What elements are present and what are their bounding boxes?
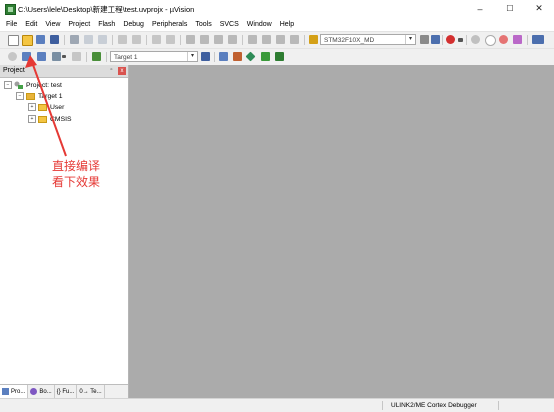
device-select[interactable]: STM32F10X_MD ▾: [320, 34, 416, 45]
comment-icon[interactable]: [276, 35, 285, 44]
translate-icon[interactable]: [8, 52, 17, 61]
bookmark-icon[interactable]: [186, 35, 195, 44]
prev-bookmark-icon[interactable]: [200, 35, 209, 44]
new-file-icon[interactable]: [8, 35, 19, 46]
next-bookmark-icon[interactable]: [214, 35, 223, 44]
open-file-icon[interactable]: [22, 35, 33, 46]
unindent-icon[interactable]: [262, 35, 271, 44]
target-select[interactable]: Target 1 ▾: [110, 51, 198, 62]
chevron-down-icon: ▾: [187, 52, 197, 61]
undo-icon[interactable]: [118, 35, 127, 44]
debug-session-icon[interactable]: [446, 35, 455, 44]
minimize-button[interactable]: –: [467, 2, 493, 15]
annotation-line-1: 直接编译: [52, 159, 101, 173]
window-layout-icon[interactable]: [532, 35, 544, 44]
chevron-down-icon[interactable]: [458, 38, 463, 42]
find-in-files-icon[interactable]: [420, 35, 429, 44]
configure-icon[interactable]: [431, 35, 440, 44]
status-divider: [382, 401, 383, 410]
navigate-forward-icon[interactable]: [166, 35, 175, 44]
pin-icon[interactable]: ▫: [108, 67, 115, 74]
close-window-button[interactable]: ✕: [526, 2, 552, 15]
status-bar: ULINK2/ME Cortex Debugger: [0, 398, 554, 412]
tab-books[interactable]: Bo...: [28, 385, 55, 398]
kill-breakpoints-icon[interactable]: [499, 35, 508, 44]
window-title: C:\Users\lele\Desktop\新建工程\test.uvprojx …: [18, 5, 195, 14]
debugger-status: ULINK2/ME Cortex Debugger: [391, 402, 477, 409]
file-toolbar: STM32F10X_MD ▾: [0, 31, 554, 48]
uncomment-icon[interactable]: [290, 35, 299, 44]
paste-icon[interactable]: [98, 35, 107, 44]
maximize-button[interactable]: ☐: [497, 2, 523, 15]
title-bar: C:\Users\lele\Desktop\新建工程\test.uvprojx …: [0, 0, 554, 17]
menu-project[interactable]: Project: [64, 21, 94, 28]
menu-edit[interactable]: Edit: [21, 21, 41, 28]
menu-file[interactable]: File: [2, 21, 21, 28]
uvision-app-icon: [5, 4, 16, 15]
redo-icon[interactable]: [132, 35, 141, 44]
disable-all-breakpoints-icon[interactable]: [513, 35, 522, 44]
chevron-down-icon: ▾: [405, 35, 415, 44]
download-icon[interactable]: [92, 52, 101, 61]
menu-view[interactable]: View: [41, 21, 64, 28]
options-for-target-icon[interactable]: [201, 52, 210, 61]
copy-icon[interactable]: [84, 35, 93, 44]
device-select-value: STM32F10X_MD: [324, 37, 375, 44]
menu-debug[interactable]: Debug: [119, 21, 148, 28]
cut-icon[interactable]: [70, 35, 79, 44]
tab-project[interactable]: Pro...: [0, 385, 29, 398]
annotation-text: 直接编译 看下效果: [52, 158, 100, 190]
project-pane-tabs: Pro... Bo... {} Fu... 0→ Te...: [0, 384, 128, 399]
select-packs-icon[interactable]: [261, 52, 270, 61]
collapse-icon[interactable]: −: [4, 81, 12, 89]
status-divider: [498, 401, 499, 410]
pack-installer-icon[interactable]: [245, 51, 256, 62]
tab-label: Bo...: [39, 388, 52, 395]
tab-label: 0→ Te...: [79, 388, 102, 395]
tab-label: Pro...: [11, 388, 26, 395]
manage-components-icon[interactable]: [219, 52, 228, 61]
device-icon: [309, 35, 318, 44]
save-all-icon[interactable]: [50, 35, 59, 44]
breakpoint-icon[interactable]: [471, 35, 480, 44]
close-icon[interactable]: x: [118, 67, 126, 75]
build-toolbar: Target 1 ▾: [0, 48, 554, 65]
menu-bar: File Edit View Project Flash Debug Perip…: [0, 17, 554, 31]
menu-window[interactable]: Window: [243, 21, 276, 28]
indent-icon[interactable]: [248, 35, 257, 44]
editor-area[interactable]: [129, 65, 554, 398]
books-tab-icon: [30, 388, 38, 395]
file-extensions-icon[interactable]: [233, 52, 242, 61]
clear-bookmarks-icon[interactable]: [228, 35, 237, 44]
menu-help[interactable]: Help: [276, 21, 298, 28]
menu-peripherals[interactable]: Peripherals: [148, 21, 191, 28]
menu-flash[interactable]: Flash: [94, 21, 119, 28]
run-time-environment-icon[interactable]: [275, 52, 284, 61]
menu-svcs[interactable]: SVCS: [216, 21, 243, 28]
target-select-value: Target 1: [114, 54, 138, 61]
menu-tools[interactable]: Tools: [191, 21, 215, 28]
annotation-arrow: [25, 55, 67, 157]
save-icon[interactable]: [36, 35, 45, 44]
tab-functions[interactable]: {} Fu...: [55, 385, 78, 398]
annotation-line-2: 看下效果: [52, 175, 101, 189]
navigate-back-icon[interactable]: [152, 35, 161, 44]
project-tab-icon: [2, 388, 9, 395]
tab-templates[interactable]: 0→ Te...: [77, 385, 105, 398]
disable-breakpoint-icon[interactable]: [485, 35, 496, 46]
tab-label: {} Fu...: [56, 388, 75, 395]
